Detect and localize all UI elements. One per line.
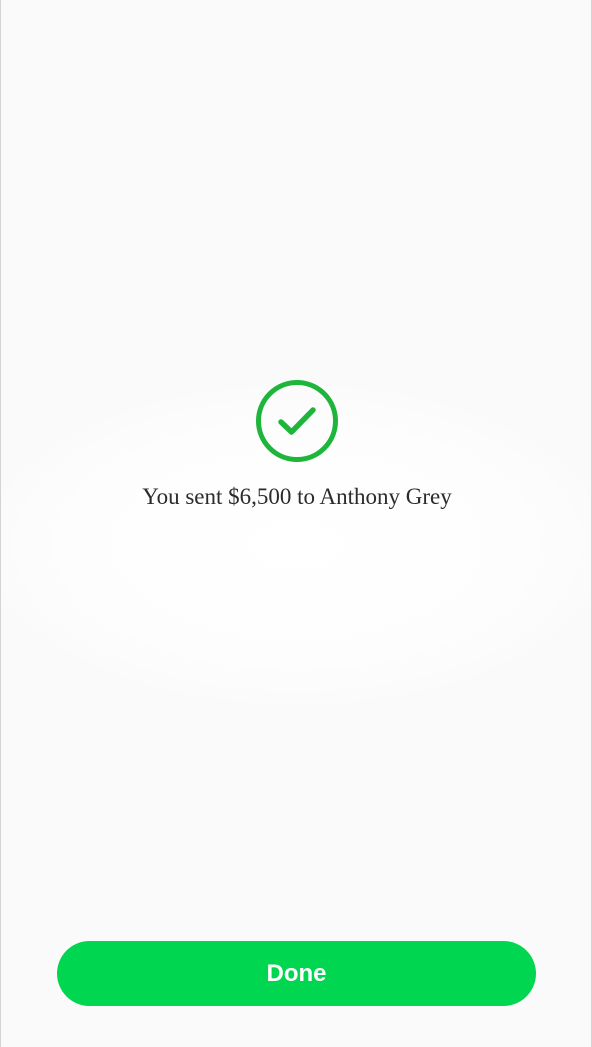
payment-confirmation-screen: You sent $6,500 to Anthony Grey Done	[0, 0, 592, 1047]
confirmation-message: You sent $6,500 to Anthony Grey	[142, 484, 452, 509]
done-button[interactable]: Done	[57, 941, 536, 1006]
checkmark-circle-icon	[255, 379, 339, 463]
